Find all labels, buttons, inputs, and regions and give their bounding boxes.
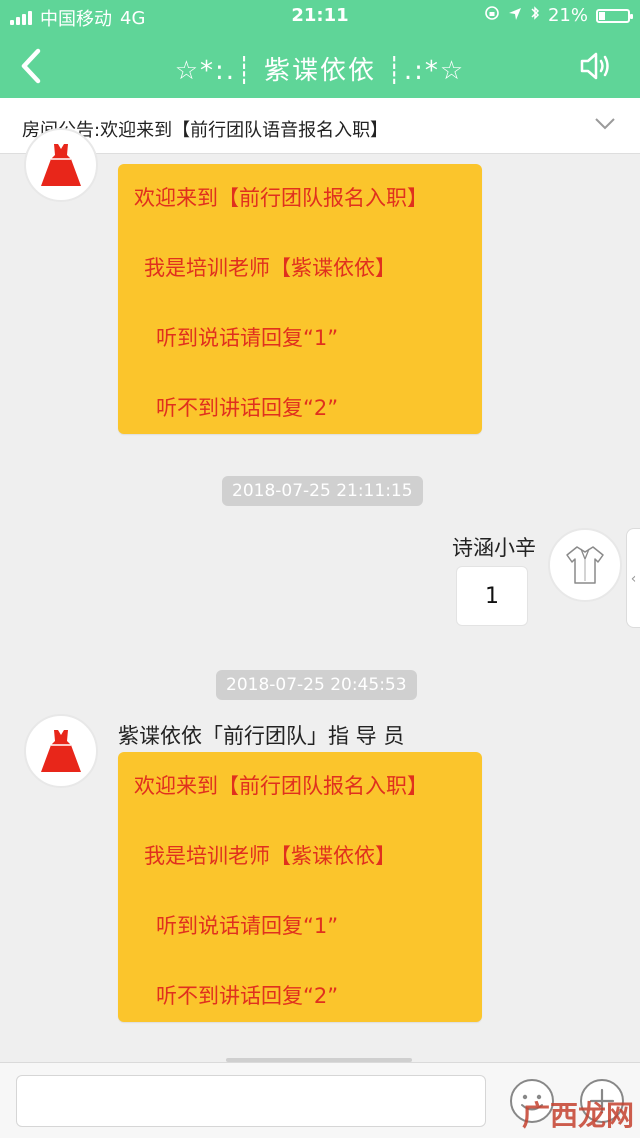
back-chevron-icon bbox=[21, 48, 41, 84]
room-title: ☆*:.┊ 紫谍依依 ┊.:*☆ bbox=[174, 56, 466, 86]
red-dress-icon bbox=[41, 144, 81, 186]
message-line: 欢迎来到【前行团队报名入职】 bbox=[134, 774, 428, 798]
message-line: 我是培训老师【紫谍依依】 bbox=[144, 844, 396, 868]
sender-name: 诗涵小辛 bbox=[452, 536, 536, 560]
status-bar: 中国移动 4G 21:11 21% bbox=[0, 0, 640, 34]
white-shirt-icon bbox=[566, 546, 604, 584]
chevron-down-icon[interactable] bbox=[594, 116, 616, 132]
red-dress-icon bbox=[41, 730, 81, 772]
location-icon bbox=[508, 5, 522, 26]
avatar[interactable] bbox=[24, 128, 98, 202]
message-line: 听不到讲话回复“2” bbox=[156, 984, 339, 1008]
message-bubble[interactable]: 欢迎来到【前行团队报名入职】 我是培训老师【紫谍依依】 听到说话请回复“1” 听… bbox=[118, 752, 482, 1022]
my-avatar[interactable] bbox=[548, 528, 622, 602]
avatar[interactable] bbox=[24, 714, 98, 788]
message-line: 我是培训老师【紫谍依依】 bbox=[144, 256, 396, 280]
message-line: 欢迎来到【前行团队报名入职】 bbox=[134, 186, 428, 210]
speaker-icon bbox=[580, 52, 609, 80]
back-button[interactable] bbox=[14, 46, 50, 86]
sender-name: 紫谍依依「前行团队」指 导 员 bbox=[118, 724, 405, 748]
side-drawer-handle[interactable]: ‹ bbox=[626, 528, 640, 628]
status-right: 21% bbox=[484, 5, 633, 26]
message-line: 听到说话请回复“1” bbox=[156, 326, 339, 350]
speaker-button[interactable] bbox=[578, 48, 614, 84]
watermark-logo: 广西龙网 bbox=[521, 1099, 634, 1132]
battery-fill bbox=[599, 11, 605, 20]
message-timestamp: 2018-07-25 21:11:15 bbox=[222, 476, 423, 506]
message-bubble[interactable]: 欢迎来到【前行团队报名入职】 我是培训老师【紫谍依依】 听到说话请回复“1” 听… bbox=[118, 164, 482, 434]
message-timestamp: 2018-07-25 20:45:53 bbox=[216, 670, 417, 700]
message-input[interactable] bbox=[16, 1075, 486, 1127]
battery-percent: 21% bbox=[547, 5, 588, 26]
lock-rotation-icon bbox=[484, 5, 500, 26]
room-notice[interactable]: 房间公告:欢迎来到【前行团队语音报名入职】 bbox=[0, 98, 640, 154]
battery-icon bbox=[596, 8, 633, 23]
my-message-bubble[interactable]: 1 bbox=[456, 566, 528, 626]
message-line: 听到说话请回复“1” bbox=[156, 914, 339, 938]
title-bar: ☆*:.┊ 紫谍依依 ┊.:*☆ bbox=[0, 34, 640, 98]
message-line: 听不到讲话回复“2” bbox=[156, 396, 339, 420]
bluetooth-icon bbox=[530, 5, 540, 26]
